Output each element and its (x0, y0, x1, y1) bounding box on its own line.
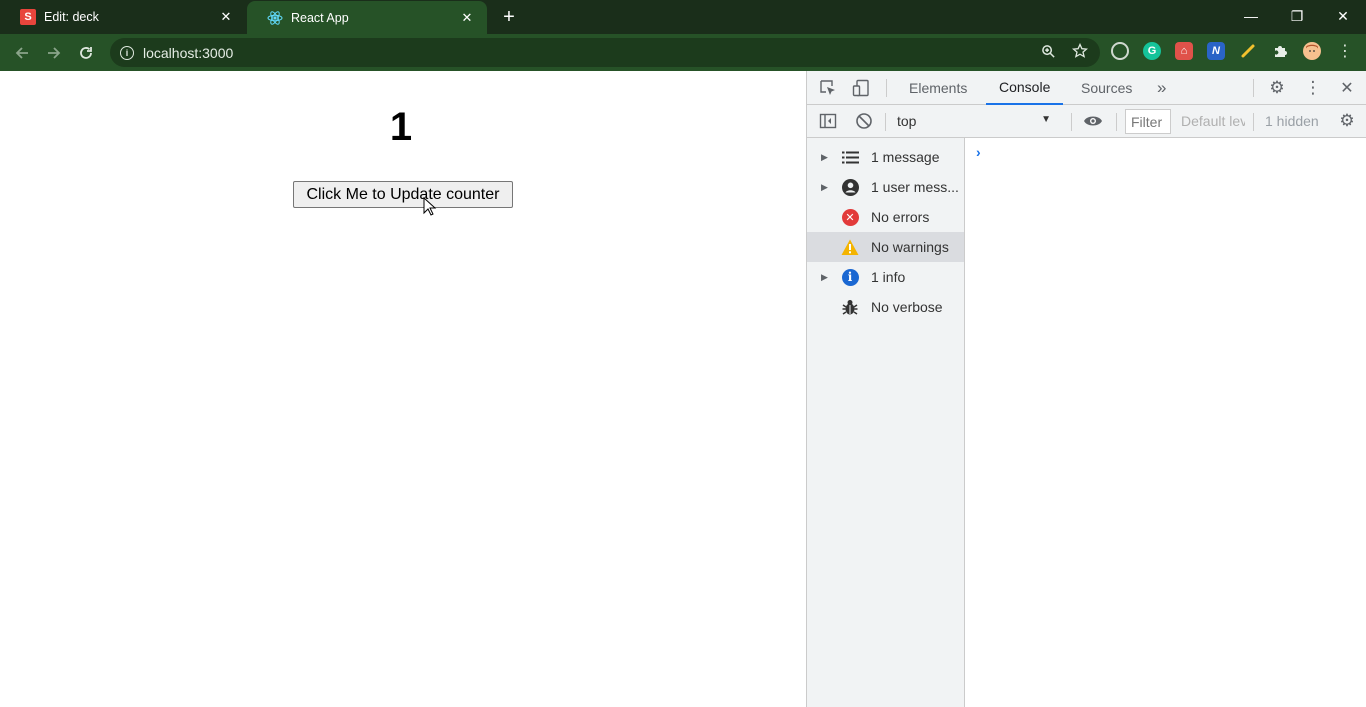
new-tab-button[interactable]: + (497, 5, 521, 29)
live-expression-eye-icon[interactable] (1081, 109, 1105, 133)
url-text[interactable]: localhost:3000 (143, 45, 233, 61)
counter-heading: 1 (0, 105, 806, 150)
context-selector[interactable]: top ▼ (891, 110, 1061, 132)
restore-button[interactable]: ❐ (1274, 0, 1320, 32)
dropdown-arrow-icon: ▼ (1041, 114, 1051, 125)
console-toolbar: top ▼ Filter Default levels 1 hidden ⚙ (807, 105, 1366, 138)
extension-n-icon[interactable]: N (1207, 42, 1225, 60)
page-viewport: 1 Click Me to Update counter (0, 71, 806, 707)
console-prompt-icon[interactable]: › (976, 144, 981, 160)
back-button[interactable] (9, 40, 35, 66)
browser-toolbar: i localhost:3000 G ⌂ N ⋮ (0, 34, 1366, 71)
tab-console[interactable]: Console (986, 71, 1064, 105)
log-levels-dropdown[interactable]: Default levels (1181, 110, 1245, 132)
list-icon (841, 148, 859, 166)
settings-gear-icon[interactable]: ⚙ (1265, 76, 1289, 100)
site-favicon: S (20, 9, 36, 25)
devtools-panel: Elements Console Sources » ⚙ ⋮ ✕ top ▼ F… (806, 71, 1366, 707)
tab-react-app[interactable]: React App ✕ (247, 1, 487, 35)
tab-sources[interactable]: Sources (1081, 71, 1132, 105)
sidebar-item-label: 1 message (871, 149, 940, 165)
chrome-menu-icon[interactable]: ⋮ (1334, 40, 1356, 62)
sidebar-item-label: 1 user mess... (871, 179, 959, 195)
devtools-menu-icon[interactable]: ⋮ (1301, 76, 1325, 100)
mouse-cursor-icon (423, 197, 437, 216)
separator (1116, 113, 1117, 131)
sidebar-item-user-messages[interactable]: ▶ 1 user mess... (807, 172, 964, 202)
tab-title: React App (291, 11, 349, 25)
error-icon: ✕ (841, 208, 859, 226)
info-icon: i (841, 268, 859, 286)
separator (1253, 79, 1254, 97)
extension-gift-icon[interactable]: ⌂ (1175, 42, 1193, 60)
forward-arrow-icon (48, 47, 61, 59)
sidebar-toggle-icon[interactable] (816, 109, 840, 133)
sidebar-item-label: No verbose (871, 299, 943, 315)
expand-triangle-icon[interactable]: ▶ (821, 182, 828, 193)
tab-title: Edit: deck (44, 10, 99, 24)
minimize-button[interactable]: — (1228, 0, 1274, 32)
profile-avatar[interactable] (1303, 42, 1321, 60)
zoom-icon[interactable] (1037, 40, 1059, 62)
devtools-tab-bar: Elements Console Sources » ⚙ ⋮ ✕ (807, 71, 1366, 105)
sidebar-item-errors[interactable]: ✕ No errors (807, 202, 964, 232)
hidden-count: 1 hidden (1265, 113, 1319, 129)
sidebar-item-warnings[interactable]: No warnings (807, 232, 964, 262)
reload-icon (80, 47, 92, 59)
extension-circle-icon[interactable] (1111, 42, 1129, 60)
puzzle-extensions-icon[interactable] (1271, 42, 1289, 60)
sidebar-item-verbose[interactable]: No verbose (807, 292, 964, 322)
tab-edit-deck[interactable]: S Edit: deck ✕ (0, 0, 246, 34)
console-settings-gear-icon[interactable]: ⚙ (1335, 109, 1359, 133)
close-tab-icon[interactable]: ✕ (218, 9, 234, 25)
sidebar-item-messages[interactable]: ▶ 1 message (807, 142, 964, 172)
console-sidebar: ▶ 1 message ▶ 1 user mess... ✕ No errors… (807, 138, 965, 707)
reload-button[interactable] (73, 40, 99, 66)
bookmark-star-icon[interactable] (1069, 40, 1091, 62)
expand-triangle-icon[interactable]: ▶ (821, 152, 828, 163)
sidebar-item-label: 1 info (871, 269, 906, 285)
bug-icon (841, 298, 859, 316)
close-devtools-icon[interactable]: ✕ (1335, 76, 1359, 100)
pencil-icon[interactable] (1239, 42, 1257, 60)
more-tabs-icon[interactable]: » (1157, 71, 1166, 105)
context-value: top (897, 113, 917, 129)
counter-value: 1 (389, 105, 413, 149)
sidebar-item-label: No warnings (871, 239, 949, 255)
close-window-button[interactable]: ✕ (1320, 0, 1366, 32)
separator (886, 79, 887, 97)
warning-icon (841, 238, 859, 256)
forward-button[interactable] (41, 40, 67, 66)
clear-console-icon[interactable] (852, 109, 876, 133)
react-icon (267, 10, 283, 26)
device-toolbar-icon[interactable] (849, 76, 873, 100)
separator (885, 113, 886, 131)
grammarly-icon[interactable]: G (1143, 42, 1161, 60)
update-counter-button[interactable]: Click Me to Update counter (293, 181, 513, 208)
user-icon (841, 178, 859, 196)
back-arrow-icon (15, 47, 28, 59)
expand-triangle-icon[interactable]: ▶ (821, 272, 828, 283)
console-output[interactable]: › (966, 138, 1366, 707)
sidebar-item-info[interactable]: ▶ i 1 info (807, 262, 964, 292)
site-info-icon[interactable]: i (120, 45, 134, 60)
inspect-element-icon[interactable] (816, 76, 840, 100)
filter-input[interactable]: Filter (1125, 109, 1171, 134)
address-bar[interactable]: i localhost:3000 (110, 38, 1100, 67)
tab-elements[interactable]: Elements (909, 71, 967, 105)
separator (1071, 113, 1072, 131)
separator (1253, 113, 1254, 131)
sidebar-item-label: No errors (871, 209, 930, 225)
tab-strip: S Edit: deck ✕ React App ✕ + — ❐ ✕ (0, 0, 1366, 35)
close-tab-icon[interactable]: ✕ (459, 10, 475, 26)
